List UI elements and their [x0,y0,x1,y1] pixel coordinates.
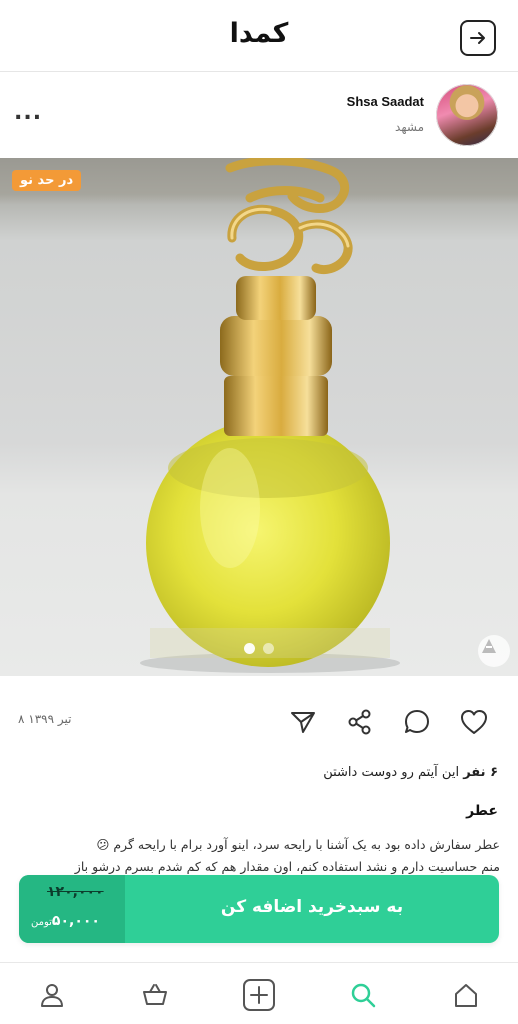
seller-header: Shsa Saadat مشهد ... [0,80,518,152]
nav-add-item[interactable] [241,977,277,1013]
share-icon [348,709,371,735]
send-icon [291,712,315,733]
nav-basket[interactable] [137,977,173,1013]
carousel-indicator [0,643,518,654]
add-to-cart-button[interactable]: ۱۲۰,۰۰۰ ۵۰,۰۰۰تومن به سبدخرید اضافه کن [19,875,499,943]
likes-count: ۶ نفر [463,765,498,780]
add-to-cart-label: به سبدخرید اضافه کن [220,897,404,917]
app-logo: کمدا [229,18,290,49]
seller-name[interactable]: Shsa Saadat [347,94,424,109]
carousel-dot-active[interactable] [244,643,255,654]
watermark-logo-icon [478,635,510,667]
basket-icon [143,984,167,1005]
post-date: ۸ تیر ۱۳۹۹ [18,712,72,726]
back-button[interactable] [460,20,496,56]
bottom-navigation [0,962,518,1024]
currency-label: تومن [31,917,52,928]
arrow-right-box-icon [470,32,485,44]
price-box: ۱۲۰,۰۰۰ ۵۰,۰۰۰تومن [19,875,125,943]
user-icon [41,984,63,1007]
product-title: عطر [466,803,498,819]
like-button[interactable] [458,706,490,738]
seller-city: مشهد [395,120,424,134]
likes-text: این آیتم رو دوست داشتن [323,765,460,780]
nav-profile[interactable] [34,977,70,1013]
product-description: عطر سفارش داده بود به یک آشنا با رایحه س… [18,834,500,878]
home-icon [455,984,477,1007]
new-price: ۵۰,۰۰۰تومن [31,913,100,929]
share-button[interactable] [287,706,319,738]
nav-search[interactable] [345,977,381,1013]
product-photo [140,158,400,673]
old-price: ۱۲۰,۰۰۰ [47,884,104,900]
nav-home[interactable] [448,977,484,1013]
heart-icon [461,710,487,734]
carousel-dot[interactable] [263,643,274,654]
seller-avatar[interactable] [436,84,498,146]
top-bar: کمدا [0,0,518,72]
new-price-value: ۵۰,۰۰۰ [51,913,100,929]
share-network-button[interactable] [344,706,376,738]
plus-box-icon [243,979,275,1011]
condition-badge: در حد نو [12,170,82,191]
comment-icon [405,710,429,733]
product-image-carousel[interactable]: در حد نو [0,158,518,676]
comment-button[interactable] [401,706,433,738]
more-options-button[interactable]: ... [14,100,42,125]
description-line: عطر سفارش داده بود به یک آشنا با رایحه س… [96,837,500,852]
product-actions: ۸ تیر ۱۳۹۹ [0,690,518,754]
search-icon [351,983,376,1008]
likes-summary[interactable]: ۶ نفر این آیتم رو دوست داشتن [323,765,498,780]
